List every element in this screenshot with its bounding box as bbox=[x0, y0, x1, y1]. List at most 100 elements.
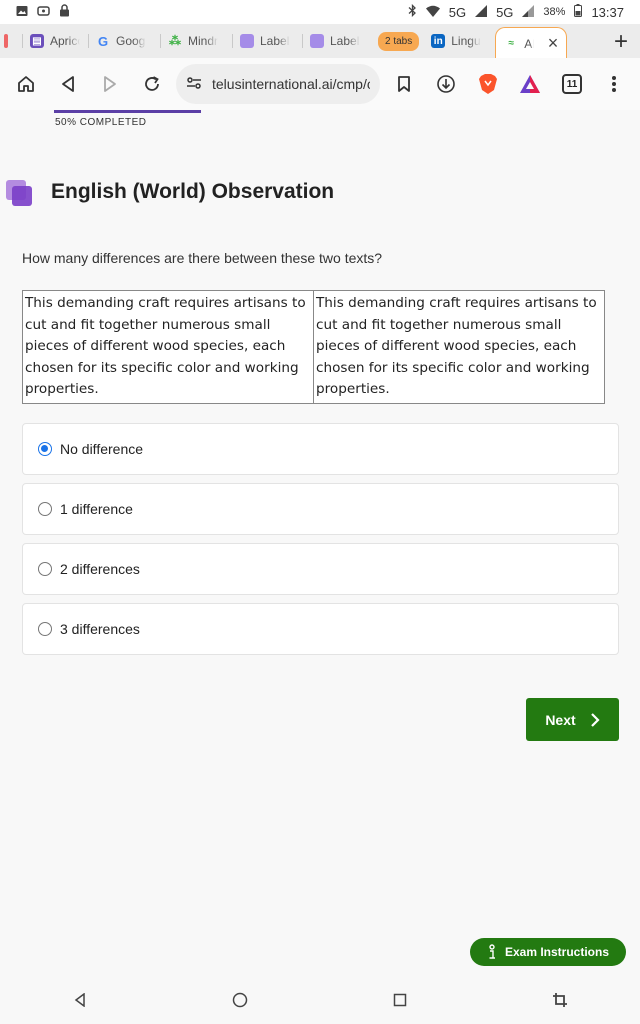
clock: 13:37 bbox=[591, 4, 624, 20]
next-button[interactable]: Next bbox=[526, 698, 619, 741]
tab-google-label: Google bbox=[116, 34, 146, 48]
system-nav-bar bbox=[0, 980, 640, 1024]
bluetooth-icon bbox=[408, 3, 417, 20]
reload-button[interactable] bbox=[134, 66, 170, 102]
option-1-difference[interactable]: 1 difference bbox=[22, 483, 619, 535]
assessment-icon bbox=[0, 174, 36, 210]
forward-icon bbox=[104, 76, 116, 92]
google-icon: G bbox=[97, 33, 109, 49]
tab-label-1-label: Labelbox bbox=[260, 34, 290, 48]
tab-apricot-label: Apricot bbox=[50, 34, 80, 48]
tab-group-chip[interactable]: 2 tabs bbox=[378, 31, 420, 51]
tab-switcher-button[interactable]: 11 bbox=[554, 66, 590, 102]
tab-strip: ▤ Apricot G Google ⁂ Mindrift Labelbox L… bbox=[0, 24, 640, 59]
tab-linkedin[interactable]: in Linguist bbox=[429, 28, 495, 54]
comparison-table: This demanding craft requires artisans t… bbox=[22, 290, 605, 404]
radio-1-difference[interactable] bbox=[38, 502, 52, 516]
bookmark-button[interactable] bbox=[386, 66, 422, 102]
tab-active-label: AI bbox=[524, 36, 533, 51]
bookmark-icon bbox=[398, 76, 410, 92]
wifi-icon bbox=[425, 5, 440, 20]
lock-icon bbox=[59, 4, 70, 20]
nav-home-icon[interactable] bbox=[232, 992, 248, 1013]
option-2-differences[interactable]: 2 differences bbox=[22, 543, 619, 595]
tab-linkedin-label: Linguist bbox=[451, 34, 481, 48]
option-label: 2 differences bbox=[60, 561, 140, 577]
tab-partial-favicon bbox=[4, 34, 8, 48]
tab-mindrift[interactable]: ⁂ Mindrift bbox=[160, 28, 232, 54]
tab-google[interactable]: G Google bbox=[88, 28, 160, 54]
gallery-icon bbox=[16, 5, 28, 20]
option-label: No difference bbox=[60, 441, 144, 457]
apricot-icon: ▤ bbox=[30, 34, 44, 48]
page-title: English (World) Observation bbox=[51, 180, 335, 203]
battery-level: 38% bbox=[543, 6, 566, 18]
mindrift-icon: ⁂ bbox=[169, 34, 181, 48]
brave-rewards-icon bbox=[520, 75, 540, 93]
tab-label-2[interactable]: Labelbox bbox=[302, 28, 372, 54]
kebab-menu-icon bbox=[612, 76, 616, 92]
chevron-right-icon bbox=[590, 712, 600, 727]
comparison-row: This demanding craft requires artisans t… bbox=[22, 290, 605, 404]
tab-label-2-label: Labelbox bbox=[330, 34, 360, 48]
exam-instructions-label: Exam Instructions bbox=[504, 945, 610, 959]
radio-3-differences[interactable] bbox=[38, 622, 52, 636]
download-button[interactable] bbox=[428, 66, 464, 102]
home-button[interactable] bbox=[8, 66, 44, 102]
url-bar[interactable]: telusinternational.ai/cmp/cc bbox=[176, 64, 380, 104]
title-row: English (World) Observation bbox=[0, 174, 334, 210]
text-b: This demanding craft requires artisans t… bbox=[313, 290, 605, 404]
brave-rewards-button[interactable] bbox=[512, 66, 548, 102]
brave-lion-icon bbox=[479, 74, 497, 94]
exam-instructions-button[interactable]: Exam Instructions bbox=[470, 938, 626, 966]
network-label: 5G bbox=[448, 4, 467, 20]
progress-bar-fill bbox=[54, 110, 201, 113]
close-tab-icon[interactable]: × bbox=[548, 33, 559, 54]
linkedin-icon: in bbox=[431, 34, 446, 48]
text-a: This demanding craft requires artisans t… bbox=[22, 290, 314, 404]
forward-button[interactable] bbox=[92, 66, 128, 102]
menu-button[interactable] bbox=[596, 66, 632, 102]
tab-mindrift-label: Mindrift bbox=[188, 34, 218, 48]
back-icon bbox=[62, 76, 74, 92]
browser-toolbar: telusinternational.ai/cmp/cc 11 bbox=[0, 58, 640, 110]
screenshot-crop-icon[interactable] bbox=[552, 992, 568, 1013]
label-icon bbox=[240, 34, 254, 48]
option-label: 1 difference bbox=[60, 501, 133, 517]
signal-icon bbox=[475, 4, 488, 20]
telus-icon: ≈ bbox=[508, 38, 515, 49]
tab-apricot[interactable]: ▤ Apricot bbox=[22, 28, 88, 54]
signal-icon-2 bbox=[522, 4, 535, 20]
status-bar: 5G 5G 38% 13:37 bbox=[0, 0, 640, 24]
nav-back-icon[interactable] bbox=[73, 992, 87, 1012]
url-text[interactable]: telusinternational.ai/cmp/cc bbox=[212, 76, 370, 92]
radio-no-difference[interactable] bbox=[38, 442, 52, 456]
radio-2-differences[interactable] bbox=[38, 562, 52, 576]
progress-label: 50% COMPLETED bbox=[55, 117, 147, 128]
tab-count: 11 bbox=[562, 74, 582, 94]
network-label-2: 5G bbox=[496, 4, 514, 20]
status-right: 5G 5G 38% 13:37 bbox=[408, 3, 624, 20]
battery-icon bbox=[574, 4, 583, 20]
download-icon bbox=[437, 75, 455, 93]
tab-partial[interactable] bbox=[0, 28, 22, 54]
question-text: How many differences are there between t… bbox=[22, 250, 383, 266]
next-button-label: Next bbox=[545, 711, 576, 728]
back-button[interactable] bbox=[50, 66, 86, 102]
label-icon bbox=[310, 34, 324, 48]
info-icon bbox=[489, 944, 495, 959]
tab-label-1[interactable]: Labelbox bbox=[232, 28, 302, 54]
site-settings-icon[interactable] bbox=[186, 76, 202, 93]
brave-shields-button[interactable] bbox=[470, 66, 506, 102]
tab-active[interactable]: ≈ AI × bbox=[495, 27, 568, 59]
page-content: 50% COMPLETED English (World) Observatio… bbox=[0, 110, 640, 980]
status-left bbox=[16, 4, 70, 20]
cast-icon bbox=[37, 5, 50, 20]
option-3-differences[interactable]: 3 differences bbox=[22, 603, 619, 655]
new-tab-icon[interactable]: + bbox=[614, 28, 628, 56]
home-icon bbox=[18, 76, 34, 92]
option-no-difference[interactable]: No difference bbox=[22, 423, 619, 475]
option-label: 3 differences bbox=[60, 621, 140, 637]
progress-bar bbox=[54, 110, 574, 113]
nav-recents-icon[interactable] bbox=[393, 993, 407, 1012]
